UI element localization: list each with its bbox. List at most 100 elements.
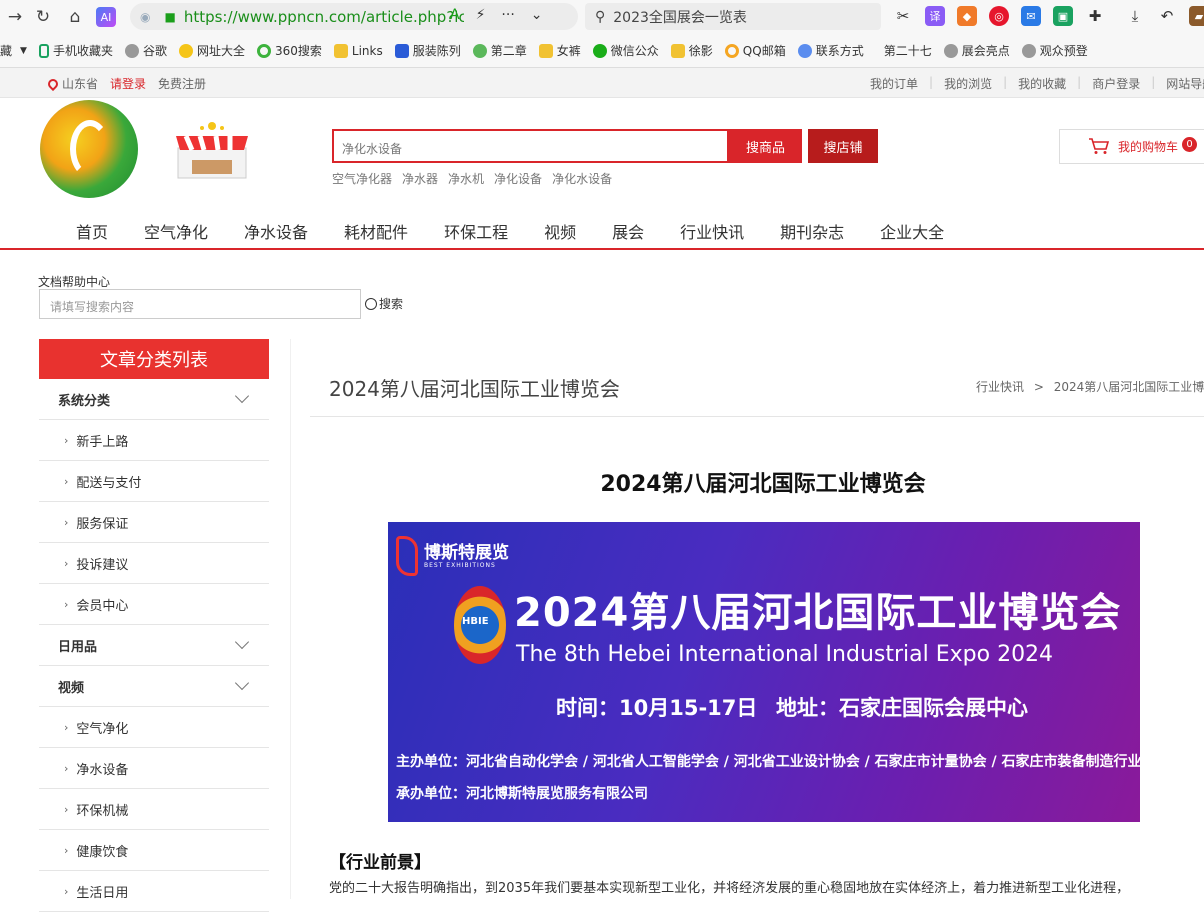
bookmark-item[interactable]: 服装陈列 xyxy=(394,42,461,59)
storefront-icon[interactable] xyxy=(172,118,252,182)
bookmark-item[interactable]: 藏 ▼ xyxy=(0,42,27,59)
nav-consumables[interactable]: 耗材配件 xyxy=(326,219,426,243)
bookmark-item[interactable]: 联系方式 xyxy=(797,42,864,59)
cart-button[interactable]: 我的购物车 0 xyxy=(1059,129,1204,164)
sidebar-item[interactable]: › 净水设备 xyxy=(39,748,269,789)
chevron-down-icon[interactable] xyxy=(234,388,250,404)
phone-icon xyxy=(38,43,49,58)
more-icon[interactable]: ··· xyxy=(501,7,514,23)
scissors-icon[interactable]: ✂ xyxy=(893,6,913,26)
sidebar-item-label: 空气净化 xyxy=(76,721,129,737)
merchant-login-link[interactable]: 商户登录 xyxy=(1092,75,1140,92)
globe-icon xyxy=(943,43,958,58)
bookmark-item[interactable]: 谷歌 xyxy=(124,42,167,59)
bookmark-item[interactable]: 观众预登 xyxy=(1021,42,1088,59)
sidebar-item[interactable]: › 会员中心 xyxy=(39,584,269,625)
hot-keyword[interactable]: 净水器 xyxy=(402,170,438,187)
bookmark-item[interactable]: 网址大全 xyxy=(178,42,245,59)
my-orders-link[interactable]: 我的订单 xyxy=(870,75,918,92)
bookmark-item[interactable]: 徐影 xyxy=(670,42,713,59)
chevron-down-icon[interactable] xyxy=(234,634,250,650)
wechat-icon xyxy=(592,43,607,58)
undo-icon[interactable]: ↶ xyxy=(1157,6,1177,26)
home-icon[interactable]: ⌂ xyxy=(60,2,90,32)
divider: | xyxy=(1151,75,1156,89)
puzzle-icon[interactable]: ✚ xyxy=(1085,6,1105,26)
sidebar-item[interactable]: › 配送与支付 xyxy=(39,461,269,502)
banner-time: 时间：10月15-17日 xyxy=(556,696,758,720)
site-logo[interactable] xyxy=(40,100,138,198)
wallet-icon[interactable]: ▰ xyxy=(1189,6,1204,26)
register-link[interactable]: 免费注册 xyxy=(158,75,206,92)
refresh-icon[interactable]: ↻ xyxy=(28,2,58,32)
sidebar-item-label: 配送与支付 xyxy=(76,475,142,491)
sidebar-item[interactable]: › 服务保证 xyxy=(39,502,269,543)
sidebar-item[interactable]: › 环保机械 xyxy=(39,789,269,830)
hot-keyword[interactable]: 净化设备 xyxy=(494,170,542,187)
sidebar-item-label: 投诉建议 xyxy=(76,557,129,573)
hot-keyword[interactable]: 空气净化器 xyxy=(332,170,392,187)
book-icon[interactable]: ▣ xyxy=(1053,6,1073,26)
weibo-icon[interactable]: ◎ xyxy=(989,6,1009,26)
chevron-down-icon[interactable] xyxy=(234,675,250,691)
nav-home[interactable]: 首页 xyxy=(58,219,126,243)
help-search-button[interactable]: 搜索 xyxy=(365,295,403,312)
sidebar-item[interactable]: › 空气净化 xyxy=(39,707,269,748)
nav-env-engineering[interactable]: 环保工程 xyxy=(426,219,526,243)
site-info-icon[interactable]: ◉ xyxy=(140,10,150,24)
forward-icon[interactable]: → xyxy=(0,2,30,32)
bookmark-item[interactable]: 第二十七 xyxy=(884,42,932,59)
bookmark-item[interactable]: Links xyxy=(333,43,383,58)
nav-air-purification[interactable]: 空气净化 xyxy=(126,219,226,243)
location[interactable]: 山东省 xyxy=(45,75,98,92)
bookmark-item[interactable]: QQ邮箱 xyxy=(724,42,786,59)
browser-search-box[interactable]: ⚲ 2023全国展会一览表 xyxy=(585,3,881,30)
nav-exhibition[interactable]: 展会 xyxy=(594,219,662,243)
login-link[interactable]: 请登录 xyxy=(110,75,146,92)
sidebar-item[interactable]: › 生活日用 xyxy=(39,871,269,912)
nav-companies[interactable]: 企业大全 xyxy=(862,219,962,243)
mail-icon[interactable]: ✉ xyxy=(1021,6,1041,26)
bookmark-item[interactable]: 展会亮点 xyxy=(943,42,1010,59)
sidebar-item-label: 会员中心 xyxy=(76,598,129,614)
bookmark-item[interactable]: 手机收藏夹 xyxy=(38,42,113,59)
product-search-input[interactable]: 净化水设备 xyxy=(332,129,729,163)
breadcrumb-parent[interactable]: 行业快讯 xyxy=(976,380,1024,394)
search-shop-button[interactable]: 搜店铺 xyxy=(808,129,878,163)
divider: | xyxy=(1003,75,1008,89)
nav-industry-news[interactable]: 行业快讯 xyxy=(662,219,762,243)
lightning-icon[interactable]: ⚡ xyxy=(476,7,486,23)
chevron-down-icon[interactable]: ⌄ xyxy=(531,7,543,23)
sidebar-item[interactable]: › 新手上路 xyxy=(39,420,269,461)
site-nav-link[interactable]: 网站导航 xyxy=(1166,75,1204,92)
bookmark-item[interactable]: 微信公众 xyxy=(592,42,659,59)
ai-icon[interactable]: AI xyxy=(96,7,116,27)
sidebar-category[interactable]: 日用品 xyxy=(39,625,269,666)
nav-journals[interactable]: 期刊杂志 xyxy=(762,219,862,243)
sidebar-category[interactable]: 系统分类 xyxy=(39,379,269,420)
chevron-right-icon: › xyxy=(64,556,69,570)
divider: | xyxy=(929,75,934,89)
translate-icon[interactable]: 译 xyxy=(925,6,945,26)
my-favorites-link[interactable]: 我的收藏 xyxy=(1018,75,1066,92)
hot-keyword[interactable]: 净水机 xyxy=(448,170,484,187)
bookmark-item[interactable]: 第二章 xyxy=(472,42,527,59)
read-aloud-icon[interactable]: A xyxy=(450,7,460,23)
bookmark-item[interactable]: 360搜索 xyxy=(256,42,322,59)
my-history-link[interactable]: 我的浏览 xyxy=(944,75,992,92)
sidebar-item-label: 生活日用 xyxy=(76,885,129,901)
browser-search-text: 2023全国展会一览表 xyxy=(613,9,747,26)
sidebar-item[interactable]: › 投诉建议 xyxy=(39,543,269,584)
sidebar-item[interactable]: › 健康饮食 xyxy=(39,830,269,871)
bookmark-item[interactable]: 女裤 xyxy=(538,42,581,59)
nav-video[interactable]: 视频 xyxy=(526,219,594,243)
help-search-input[interactable]: 请填写搜索内容 xyxy=(39,289,361,319)
hot-keyword[interactable]: 净化水设备 xyxy=(552,170,612,187)
game-icon[interactable]: ◆ xyxy=(957,6,977,26)
sidebar-category[interactable]: 视频 xyxy=(39,666,269,707)
main-nav: 首页 空气净化 净水设备 耗材配件 环保工程 视频 展会 行业快讯 期刊杂志 企… xyxy=(0,210,1204,250)
download-icon[interactable]: ⤓ xyxy=(1125,6,1145,26)
nav-water-equipment[interactable]: 净水设备 xyxy=(226,219,326,243)
search-goods-button[interactable]: 搜商品 xyxy=(729,129,802,163)
banner-brand: 博斯特展览 xyxy=(424,543,509,563)
